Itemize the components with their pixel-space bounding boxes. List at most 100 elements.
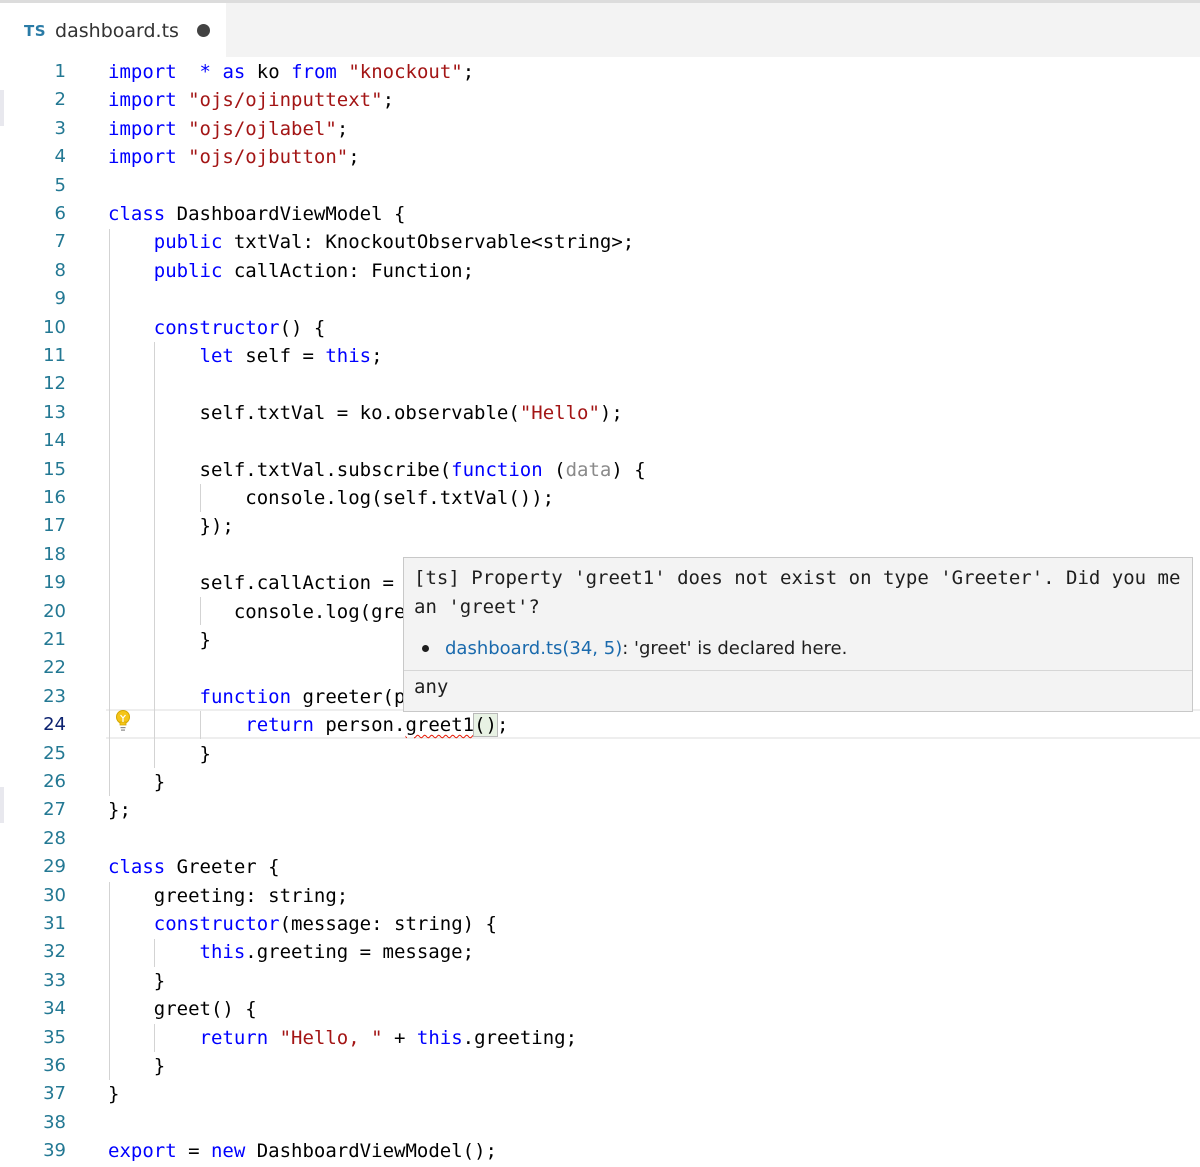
code-text: } (108, 740, 211, 768)
code-line[interactable]: 12 (0, 370, 1200, 398)
code-token: ; (382, 89, 395, 112)
keyword-token: export (108, 1140, 177, 1163)
code-line[interactable]: 30 greeting: string; (0, 882, 1200, 910)
code-line[interactable]: 14 (0, 427, 1200, 455)
code-text: greeting: string; (108, 882, 348, 910)
keyword-token: class (108, 203, 166, 225)
code-token: ko (245, 61, 292, 83)
code-line[interactable]: 35 return "Hello, " + this.greeting; (0, 1024, 1200, 1052)
code-line[interactable]: 2 import "ojs/ojinputtext"; (0, 86, 1200, 114)
hover-separator (404, 670, 1192, 671)
code-token: + (382, 1026, 417, 1049)
code-line[interactable]: 26 } (0, 768, 1200, 796)
code-text: class Greeter { (108, 853, 280, 881)
line-number: 36 (43, 1055, 66, 1076)
code-line[interactable]: 10 constructor() { (0, 314, 1200, 342)
code-text: self.txtVal.subscribe(function (data) { (108, 456, 646, 484)
code-text: public txtVal: KnockoutObservable<string… (108, 228, 634, 256)
line-number: 2 (54, 89, 66, 111)
line-number: 9 (54, 288, 66, 310)
code-token: ( (542, 458, 566, 481)
line-number: 20 (43, 600, 66, 622)
line-number: 7 (54, 231, 66, 253)
code-text: import "ojs/ojlabel"; (108, 115, 348, 143)
tab-dashboard-ts[interactable]: TS dashboard.ts (0, 3, 226, 58)
code-line[interactable]: 16 console.log(self.txtVal()); (0, 484, 1200, 512)
code-text: } (108, 967, 165, 995)
code-text: import "ojs/ojbutton"; (108, 143, 360, 171)
code-line[interactable]: 28 (0, 825, 1200, 853)
code-line[interactable]: 36 } (0, 1052, 1200, 1080)
line-number: 17 (43, 515, 66, 537)
code-line[interactable]: 34 greet() { (0, 995, 1200, 1023)
code-text: constructor() { (108, 314, 326, 342)
keyword-token: as (222, 61, 246, 83)
code-text: } (108, 1080, 119, 1108)
keyword-token: constructor (153, 913, 280, 935)
code-token: ; (371, 345, 383, 367)
code-text: function greeter(p (108, 683, 406, 711)
code-line[interactable]: 15 self.txtVal.subscribe(function (data)… (0, 456, 1200, 484)
code-text: return person.greet1(); (108, 711, 508, 739)
code-text: }; (108, 796, 131, 824)
line-number: 38 (43, 1111, 66, 1133)
code-line[interactable]: 8 public callAction: Function; (0, 257, 1200, 285)
code-line[interactable]: 9 (0, 285, 1200, 313)
string-token: "ojs/ojlabel" (188, 117, 337, 140)
line-number: 31 (43, 913, 66, 934)
keyword-token: import (108, 117, 177, 140)
code-line[interactable]: 5 (0, 172, 1200, 200)
line-number: 16 (43, 487, 66, 508)
code-line[interactable]: 31 constructor(message: string) { (0, 910, 1200, 938)
code-token: = (176, 1140, 211, 1163)
code-line[interactable]: 6 class DashboardViewModel { (0, 200, 1200, 228)
code-text: this.greeting = message; (108, 938, 475, 966)
line-number: 30 (43, 884, 66, 906)
code-line[interactable]: 3 import "ojs/ojlabel"; (0, 115, 1200, 143)
line-number: 29 (43, 856, 66, 878)
code-line[interactable]: 25 } (0, 740, 1200, 768)
related-location-link[interactable]: dashboard.ts(34, 5) (445, 638, 622, 659)
code-token: } (108, 771, 166, 793)
lightbulb-icon[interactable] (115, 709, 131, 733)
code-token: } (108, 1083, 120, 1106)
keyword-token: this (199, 941, 246, 964)
code-line[interactable]: 29 class Greeter { (0, 853, 1200, 881)
hover-related-info: dashboard.ts(34, 5) : 'greet' is declare… (422, 638, 847, 659)
code-line[interactable]: 38 (0, 1109, 1200, 1137)
code-line[interactable]: 33 } (0, 967, 1200, 995)
code-line[interactable]: 32 this.greeting = message; (0, 938, 1200, 966)
code-line[interactable]: 1 import * as ko from "knockout"; (0, 58, 1200, 86)
unsaved-dot-icon[interactable] (196, 24, 210, 37)
keyword-token: class (108, 856, 166, 879)
code-line[interactable]: 13 self.txtVal = ko.observable("Hello"); (0, 399, 1200, 427)
string-token: "knockout" (348, 61, 463, 83)
code-token: DashboardViewModel { (165, 203, 406, 225)
code-text: public callAction: Function; (108, 257, 474, 285)
code-line[interactable]: 4 import "ojs/ojbutton"; (0, 143, 1200, 171)
code-line[interactable]: 17 }); (0, 512, 1200, 540)
code-text: return "Hello, " + this.greeting; (108, 1024, 578, 1052)
code-token: ; (462, 61, 475, 83)
code-text: import * as ko from "knockout"; (108, 58, 474, 86)
keyword-token: return (245, 714, 314, 737)
code-line[interactable]: 7 public txtVal: KnockoutObservable<stri… (0, 228, 1200, 256)
code-text: export = new DashboardViewModel(); (108, 1137, 497, 1165)
code-token: self.txtVal = ko.observable( (108, 401, 520, 424)
code-token: ; (348, 146, 360, 169)
code-line[interactable]: 37} (0, 1080, 1200, 1108)
code-line[interactable]: 24 return person.greet1(); (0, 711, 1200, 739)
error-token: greet1 (405, 714, 475, 737)
typescript-file-icon: TS (24, 21, 47, 40)
line-number: 19 (43, 572, 66, 594)
code-line[interactable]: 11 let self = this; (0, 342, 1200, 370)
code-line[interactable]: 39 export = new DashboardViewModel(); (0, 1137, 1200, 1165)
code-line[interactable]: 27}; (0, 796, 1200, 824)
